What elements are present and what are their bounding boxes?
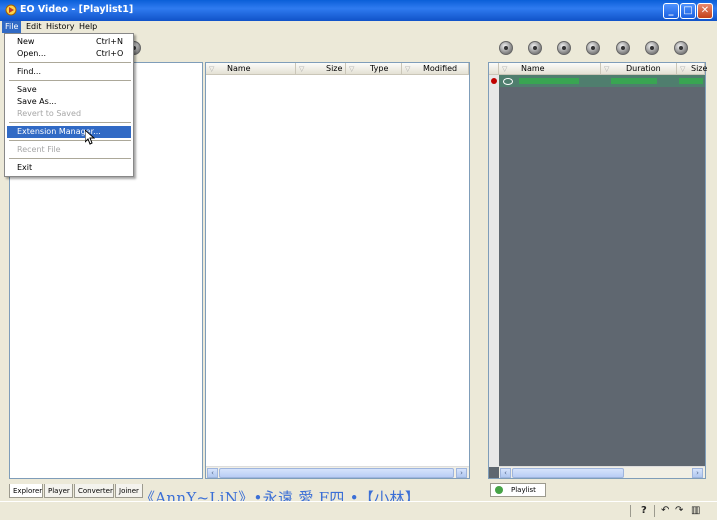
close-button[interactable]: ✕ [697,3,713,19]
playlist-row[interactable] [499,75,705,87]
menu-item-exit[interactable]: Exit [7,162,131,174]
menu-edit[interactable]: Edit [23,21,45,33]
tab-playlist[interactable]: Playlist [490,483,546,497]
playlist-column-name[interactable]: ▽ Name [499,63,601,75]
menu-bar: File Edit History Help [0,21,717,33]
playlist-cell-size [679,78,703,84]
settings-icon[interactable] [499,41,513,55]
eye-view-icon[interactable] [557,41,571,55]
tab-player[interactable]: Player [44,484,73,498]
sort-arrow-icon: ▽ [502,65,508,73]
column-header-modified[interactable]: ▽ Modified [402,63,469,75]
column-header-marker [489,63,499,75]
remove-icon[interactable] [586,41,600,55]
playlist-column-duration[interactable]: ▽ Duration [601,63,677,75]
menu-help[interactable]: Help [76,21,100,33]
menu-item-recent-file: Recent File [17,145,61,154]
playlist-horizontal-scrollbar[interactable]: ‹ › [499,466,705,478]
menu-item-find[interactable]: Find... [7,66,131,78]
sort-arrow-icon: ▽ [680,65,686,73]
scrollbar-thumb[interactable] [219,468,454,478]
menu-item-open[interactable]: Open... Ctrl+O [7,48,131,60]
maximize-button[interactable]: □ [680,3,696,19]
column-header-size[interactable]: ▽ Size [296,63,346,75]
sort-arrow-icon: ▽ [604,65,610,73]
window-title: EO Video - [Playlist1] [20,4,134,15]
menu-item-save[interactable]: Save [7,84,131,96]
column-header-name[interactable]: ▽ Name [206,63,296,75]
record-indicator-icon [491,78,497,84]
sort-arrow-icon: ▽ [209,65,215,73]
book-icon[interactable]: ▥ [691,505,700,517]
tab-explorer[interactable]: Explorer [9,484,43,498]
app-logo-icon [5,4,17,16]
minimize-button[interactable]: _ [663,3,679,19]
playlist-tab-icon [495,486,503,494]
gear-icon[interactable] [528,41,542,55]
menu-separator [9,158,131,159]
tab-converter[interactable]: Converter [74,484,114,498]
title-bar: EO Video - [Playlist1] _ □ ✕ [0,0,717,21]
scroll-right-icon[interactable]: › [456,468,467,478]
scrollbar-thumb[interactable] [512,468,624,478]
playlist-panel[interactable]: ▽ Name ▽ Duration ▽ Size ‹ › [488,62,707,479]
stop-icon[interactable] [616,41,630,55]
menu-separator [9,62,131,63]
undo-icon[interactable]: ↶ [661,505,669,517]
playlist-cell-name [519,78,579,84]
file-list-panel[interactable]: ▽ Name ▽ Size ▽ Type ▽ Modified ‹ › [205,62,470,479]
horizontal-scrollbar[interactable]: ‹ › [206,466,469,478]
move-down-icon[interactable] [645,41,659,55]
playlist-cell-duration [611,78,657,84]
redo-icon[interactable]: ↷ [675,505,683,517]
sort-arrow-icon: ▽ [349,65,355,73]
status-separator [630,505,631,517]
menu-separator [9,140,131,141]
tab-playlist-label: Playlist [511,486,536,494]
scroll-left-icon[interactable]: ‹ [500,468,511,478]
menu-item-extension-manager[interactable]: Extension Manager... [7,126,131,138]
menu-history[interactable]: History [43,21,77,33]
menu-separator [9,122,131,123]
file-dropdown-menu: New Ctrl+N Open... Ctrl+O Find... Save S… [4,33,134,177]
scroll-left-icon[interactable]: ‹ [207,468,218,478]
menu-item-revert: Revert to Saved [17,109,82,118]
scroll-right-icon[interactable]: › [692,468,703,478]
status-bar: ? ↶ ↷ ▥ [0,501,717,520]
menu-separator [9,80,131,81]
sort-arrow-icon: ▽ [405,65,411,73]
eye-icon [503,78,513,85]
playlist-marker-column [489,75,499,467]
menu-item-save-as[interactable]: Save As... [7,96,131,108]
playlist-column-size[interactable]: ▽ Size [677,63,707,75]
help-icon[interactable]: ? [641,505,647,517]
sort-arrow-icon: ▽ [299,65,305,73]
column-header-type[interactable]: ▽ Type [346,63,402,75]
tab-joiner[interactable]: Joiner [115,484,143,498]
power-icon[interactable] [674,41,688,55]
mouse-cursor-icon [85,130,95,145]
menu-item-new[interactable]: New Ctrl+N [7,36,131,48]
menu-file[interactable]: File [2,21,22,33]
status-separator [654,505,655,517]
